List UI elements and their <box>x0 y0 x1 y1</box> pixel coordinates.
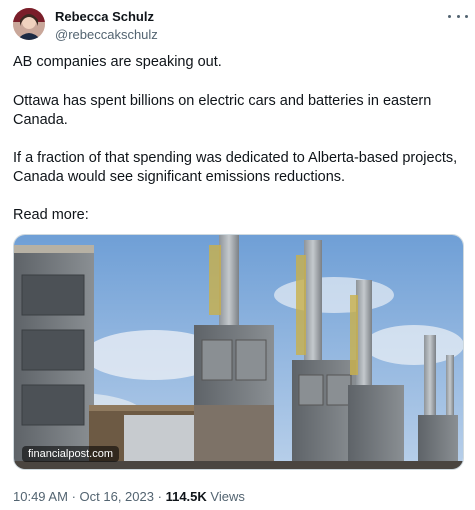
industrial-facility-photo <box>14 235 463 469</box>
author-name[interactable]: Rebecca Schulz <box>55 9 154 24</box>
tweet-line: Read more: <box>13 207 89 223</box>
tweet-paragraph-3: If a fraction of that spending was dedic… <box>13 149 463 187</box>
views-count: 114.5K <box>165 489 207 504</box>
tweet-line: AB companies are speaking out. <box>13 54 222 70</box>
tweet-line: Canada would see significant emissions r… <box>13 169 346 185</box>
tweet-time[interactable]: 10:49 AM <box>13 489 68 504</box>
tweet-card: Rebecca Schulz @rebeccakschulz AB compan… <box>0 0 475 510</box>
views-label: Views <box>210 489 245 504</box>
meta-separator: · <box>71 489 76 504</box>
avatar[interactable] <box>13 8 45 40</box>
tweet-paragraph-2: Ottawa has spent billions on electric ca… <box>13 92 463 130</box>
author-handle[interactable]: @rebeccakschulz <box>55 27 158 42</box>
meta-separator: · <box>157 489 162 504</box>
tweet-meta: 10:49 AM · Oct 16, 2023 · 114.5K Views <box>13 489 245 504</box>
tweet-paragraph-4: Read more: <box>13 206 463 225</box>
more-options-icon[interactable] <box>448 9 468 23</box>
tweet-line: If a fraction of that spending was dedic… <box>13 150 458 166</box>
tweet-line: Canada. <box>13 112 68 128</box>
tweet-paragraph-1: AB companies are speaking out. <box>13 53 463 72</box>
tweet-line: Ottawa has spent billions on electric ca… <box>13 93 432 109</box>
tweet-media-image[interactable]: financialpost.com <box>13 234 464 470</box>
media-source-label: financialpost.com <box>22 446 119 462</box>
tweet-date[interactable]: Oct 16, 2023 <box>80 489 154 504</box>
